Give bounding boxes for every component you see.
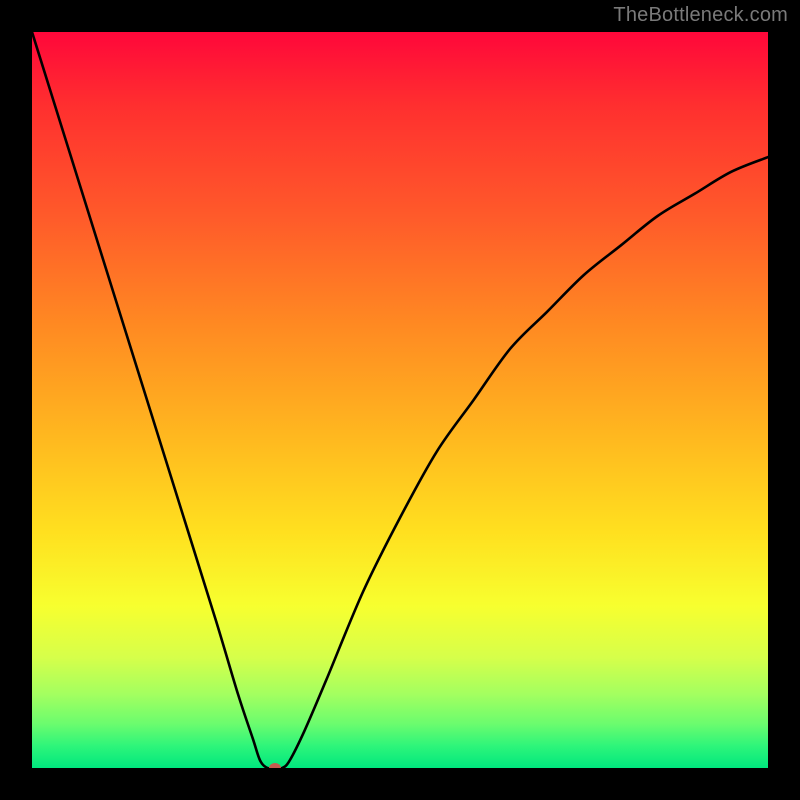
bottleneck-curve <box>32 32 768 768</box>
watermark-text: TheBottleneck.com <box>613 4 788 27</box>
optimal-point-marker <box>269 763 281 768</box>
chart-frame: TheBottleneck.com <box>0 0 800 800</box>
plot-area <box>32 32 768 768</box>
